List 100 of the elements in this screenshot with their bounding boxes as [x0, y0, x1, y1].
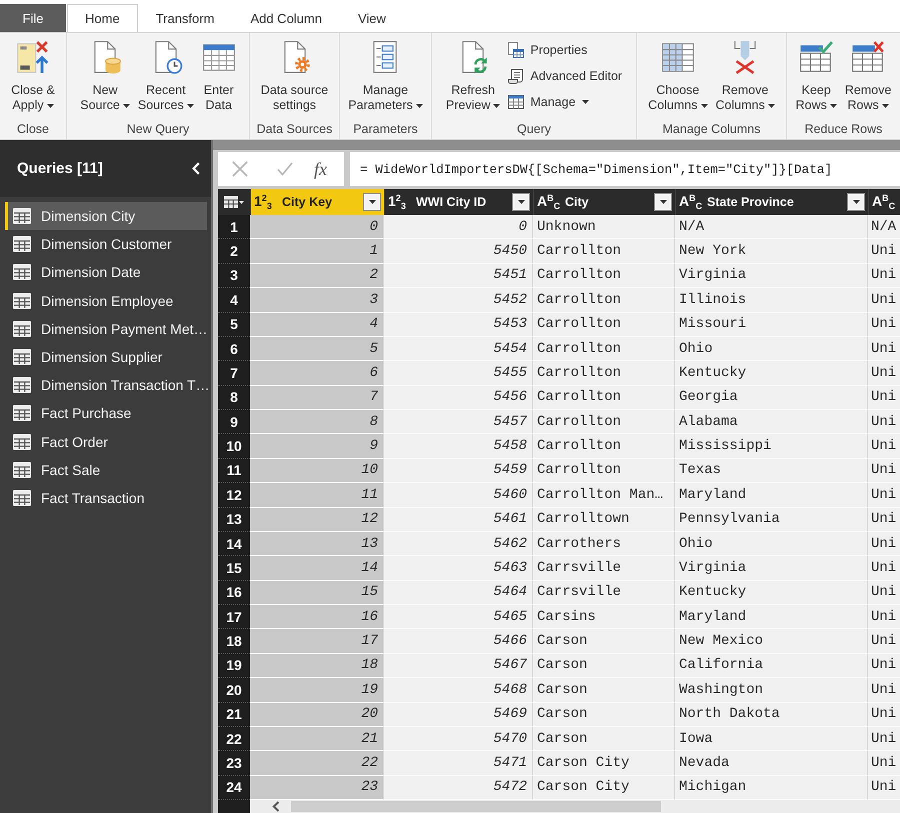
table-cell: Uni	[868, 288, 900, 312]
ribbon-tab[interactable]: View	[340, 4, 404, 32]
ribbon-button[interactable]: Choose Columns	[645, 33, 710, 113]
ribbon-tab[interactable]: Transform	[138, 4, 232, 32]
table-cell: Washington	[675, 678, 868, 702]
table-cell: Carrollton	[533, 336, 675, 362]
query-item[interactable]: Fact Transaction	[5, 484, 207, 512]
insert-function-button[interactable]: fx	[314, 158, 327, 180]
table-cell: Uni	[868, 336, 900, 362]
query-item[interactable]: Dimension Employee	[5, 286, 207, 315]
table-icon	[13, 264, 31, 280]
table-cell: 16	[250, 605, 384, 630]
ribbon-button[interactable]: Data source settings	[258, 33, 332, 113]
query-item[interactable]: Fact Sale	[5, 456, 207, 484]
table-cell: Carrollton	[533, 458, 675, 484]
table-cell: North Dakota	[675, 702, 868, 727]
table-cell: Carrollton	[533, 386, 675, 410]
table-cell: 5468	[384, 678, 533, 702]
table-cell: Carrollton	[533, 239, 675, 264]
ribbon-button[interactable]: Refresh Preview	[442, 33, 504, 113]
filter-dropdown-button[interactable]	[512, 193, 530, 211]
table-cell: 15	[250, 580, 384, 605]
table-cell: Maryland	[675, 605, 868, 630]
check-icon[interactable]	[277, 162, 293, 176]
table-cell: Uni	[868, 580, 900, 605]
query-item[interactable]: Dimension Date	[5, 258, 207, 287]
ribbon-group-label: Query	[516, 121, 552, 138]
table-icon	[13, 349, 31, 366]
table-menu-icon[interactable]	[224, 196, 244, 208]
query-item[interactable]: Dimension City	[5, 202, 207, 230]
query-item[interactable]: Dimension Customer	[5, 230, 207, 258]
horizontal-scrollbar[interactable]	[250, 800, 900, 813]
file-tab[interactable]: File	[0, 4, 66, 32]
ribbon-button[interactable]: Close & Apply	[8, 33, 58, 113]
ribbon-button[interactable]: Enter Data	[198, 33, 239, 113]
formula-input[interactable]: = WideWorldImportersDW{[Schema="Dimension",Item="City"]}[Data]	[350, 152, 900, 186]
column-name: State Province	[706, 195, 795, 209]
table-cell: Carson	[533, 678, 675, 702]
ribbon-group-label: New Query	[126, 121, 190, 138]
ribbon-button[interactable]: Manage Parameters	[345, 33, 426, 113]
table-cell: N/A	[675, 215, 868, 240]
table-cell: Uni	[868, 556, 900, 581]
table-cell: 5453	[384, 312, 533, 337]
ribbon-button[interactable]: Keep Rows	[792, 33, 840, 113]
table-cell: Alabama	[675, 410, 868, 434]
table-cell: Kentucky	[675, 580, 868, 605]
table-cell: 5	[250, 336, 384, 362]
table-cell: 14	[250, 556, 384, 581]
table-cell: Carrollton	[533, 312, 675, 337]
table-cell: 12	[250, 508, 384, 532]
query-item[interactable]: Fact Purchase	[5, 399, 207, 428]
document-x-arrow-icon	[16, 40, 50, 74]
row-number: 8	[218, 386, 250, 410]
column-header[interactable]: 1$^{2}$$_{3}$ City Key	[250, 189, 384, 215]
table-cell: N/A	[868, 215, 900, 240]
table-cell: Carson	[533, 702, 675, 727]
table-cell: 1	[250, 239, 384, 264]
filter-dropdown-button[interactable]	[363, 193, 381, 211]
ribbon-button[interactable]: Remove Rows	[842, 33, 894, 113]
query-item[interactable]: Dimension Payment Met…	[5, 314, 207, 343]
table-cell: 10	[250, 458, 384, 484]
table-cell: Uni	[868, 678, 900, 702]
table-cell: 0	[384, 215, 533, 240]
table-icon	[13, 462, 31, 478]
table-columns-icon	[660, 40, 695, 74]
query-item[interactable]: Fact Order	[5, 428, 207, 456]
ribbon-button[interactable]: Recent Sources	[134, 33, 197, 113]
table-cell: 8	[250, 410, 384, 434]
filter-dropdown-button[interactable]	[654, 193, 672, 211]
ribbon-tab[interactable]: Add Column	[232, 4, 340, 32]
left-chevron-icon[interactable]	[272, 801, 280, 812]
table-check-icon	[799, 40, 834, 74]
query-item[interactable]: Dimension Supplier	[5, 342, 207, 372]
table-cell: Carsins	[533, 605, 675, 630]
query-item[interactable]: Dimension Transaction T…	[5, 371, 207, 400]
table-cell: 5470	[384, 726, 533, 752]
ribbon-button[interactable]: New Source	[77, 33, 133, 113]
table-cell: Carrolltown	[533, 508, 675, 532]
table-icon	[13, 292, 31, 309]
table-icon	[13, 208, 31, 224]
ribbon-group-label: Manage Columns	[662, 121, 762, 138]
ribbon-tab[interactable]: Home	[67, 4, 138, 32]
collapse-chevron-icon[interactable]	[192, 162, 200, 175]
table-icon	[13, 405, 31, 422]
table-cell: Uni	[868, 483, 900, 508]
ribbon-button[interactable]: Advanced Editor	[505, 63, 626, 89]
table-cell: Unknown	[533, 215, 675, 240]
table-cell: Carrollton	[533, 288, 675, 312]
row-number: 16	[218, 580, 250, 605]
table-cell: Uni	[868, 508, 900, 532]
ribbon-button[interactable]: Manage	[505, 89, 626, 115]
table-icon	[508, 94, 524, 110]
filter-dropdown-button[interactable]	[847, 193, 865, 211]
ribbon-button[interactable]: Properties	[505, 37, 626, 63]
table-cell: 5455	[384, 361, 533, 386]
table-cell: Carson City	[533, 776, 675, 800]
table-cell: 17	[250, 629, 384, 654]
scrollbar-thumb[interactable]	[291, 801, 661, 812]
table-cell: 5457	[384, 410, 533, 434]
ribbon-button[interactable]: Remove Columns	[712, 33, 778, 113]
